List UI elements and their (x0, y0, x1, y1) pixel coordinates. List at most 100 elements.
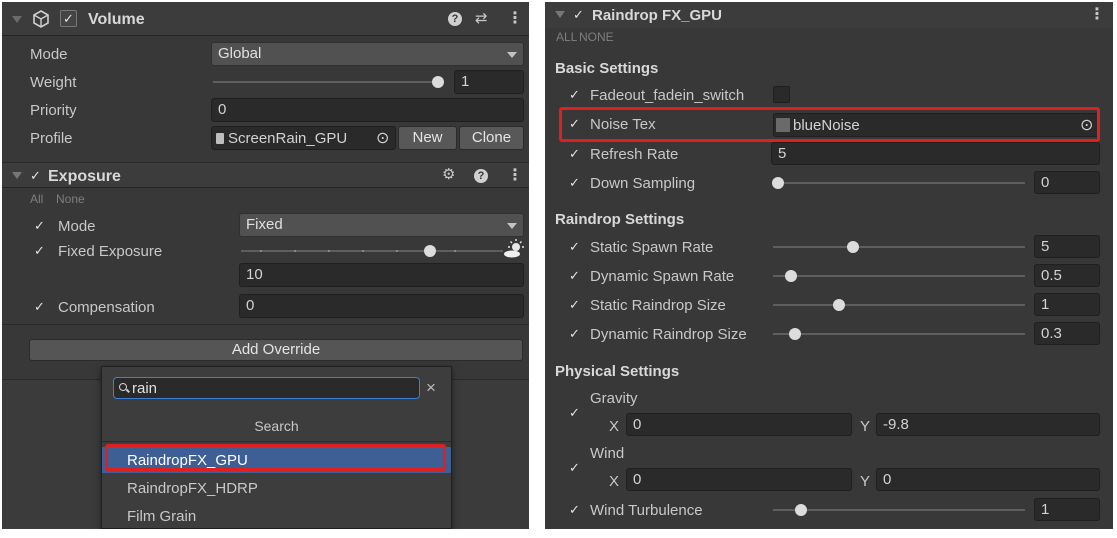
profile-object-field[interactable]: ScreenRain_GPU ⊙ (211, 126, 396, 150)
dynamic-spawn-slider-track[interactable] (773, 275, 1025, 277)
mode-value: Global (218, 45, 262, 62)
gravity-y-field[interactable]: -9.8 (876, 413, 1100, 436)
refresh-label: Refresh Rate (590, 146, 679, 163)
weight-slider-knob[interactable] (432, 76, 444, 88)
static-size-slider-knob[interactable] (833, 299, 845, 311)
kebab-menu-icon[interactable]: ⋮ (507, 11, 523, 27)
search-icon-handle (126, 388, 130, 393)
mode-dropdown[interactable]: Global (211, 42, 524, 66)
down-sampling-slider-knob[interactable] (772, 177, 784, 189)
collapse-arrow-icon[interactable] (12, 16, 22, 23)
raindrop-enabled-check-icon[interactable]: ✓ (571, 7, 586, 22)
wind-y-field[interactable]: 0 (876, 468, 1100, 491)
search-query: rain (132, 380, 158, 397)
divider (102, 441, 451, 442)
wind-x-field[interactable]: 0 (626, 468, 852, 491)
static-spawn-override-check-icon[interactable]: ✓ (567, 239, 582, 254)
gravity-x-field[interactable]: 0 (626, 413, 852, 436)
fixed-exposure-override-check-icon[interactable]: ✓ (32, 243, 47, 258)
kebab-menu-icon[interactable]: ⋮ (507, 168, 523, 184)
fadeout-checkbox[interactable] (773, 86, 790, 103)
exposure-mode-override-check-icon[interactable]: ✓ (32, 218, 47, 233)
dynamic-spawn-override-check-icon[interactable]: ✓ (567, 268, 582, 283)
basic-settings-heading: Basic Settings (555, 60, 659, 77)
weight-field[interactable]: 1 (454, 70, 524, 94)
volume-title: Volume (88, 11, 145, 28)
search-result-item[interactable]: Film Grain (127, 509, 196, 524)
dynamic-size-slider-track[interactable] (773, 333, 1025, 335)
fadeout-label: Fadeout_fadein_switch (590, 87, 745, 104)
wind-y-label: Y (860, 473, 871, 490)
cube-icon (33, 10, 49, 28)
compensation-field[interactable]: 0 (239, 294, 524, 318)
weight-slider-track[interactable] (213, 81, 443, 83)
weight-label: Weight (30, 74, 77, 91)
turbulence-slider-track[interactable] (773, 509, 1025, 511)
search-input[interactable]: rain (113, 377, 420, 399)
volume-header: ✓ Volume ? ⇄ ⋮ (2, 2, 529, 36)
static-size-override-check-icon[interactable]: ✓ (567, 297, 582, 312)
collapse-arrow-icon[interactable] (12, 172, 22, 179)
gravity-override-check-icon[interactable]: ✓ (567, 405, 582, 420)
down-sampling-slider-track[interactable] (773, 182, 1025, 184)
compensation-override-check-icon[interactable]: ✓ (32, 299, 47, 314)
down-sampling-label: Down Sampling (590, 175, 696, 192)
exposure-all-link[interactable]: All (30, 193, 43, 205)
kebab-menu-icon[interactable]: ⋮ (1089, 7, 1105, 23)
raindrop-none-link[interactable]: NONE (579, 31, 614, 43)
refresh-override-check-icon[interactable]: ✓ (567, 146, 582, 161)
exposure-enabled-check-icon[interactable]: ✓ (28, 168, 43, 183)
compensation-label: Compensation (58, 299, 155, 316)
help-icon[interactable]: ? (448, 12, 462, 26)
dynamic-size-field[interactable]: 0.3 (1034, 322, 1100, 345)
new-profile-button[interactable]: New (398, 126, 457, 150)
target-picker-icon[interactable]: ⊙ (376, 128, 389, 149)
dynamic-spawn-label: Dynamic Spawn Rate (590, 268, 735, 285)
exposure-none-link[interactable]: None (56, 193, 85, 205)
down-sampling-override-check-icon[interactable]: ✓ (567, 175, 582, 190)
static-spawn-slider-knob[interactable] (847, 241, 859, 253)
static-spawn-field[interactable]: 5 (1034, 235, 1100, 258)
search-result-item[interactable]: RaindropFX_HDRP (127, 481, 258, 496)
static-spawn-label: Static Spawn Rate (590, 239, 714, 256)
exposure-mode-value: Fixed (246, 216, 283, 233)
raindrop-all-link[interactable]: ALL (556, 31, 577, 43)
raindrop-settings-heading: Raindrop Settings (555, 211, 685, 228)
slider-tick (396, 250, 398, 252)
gear-plus-icon[interactable]: ⚙ (442, 167, 455, 182)
fixed-exposure-slider-track[interactable] (241, 250, 503, 252)
fadeout-override-check-icon[interactable]: ✓ (567, 87, 582, 102)
preset-sliders-icon[interactable]: ⇄ (475, 11, 488, 26)
gravity-x-label: X (609, 418, 620, 435)
turbulence-slider-knob[interactable] (795, 504, 807, 516)
slider-tick (454, 250, 456, 252)
dynamic-spawn-slider-knob[interactable] (785, 270, 797, 282)
clone-profile-button[interactable]: Clone (459, 126, 524, 150)
static-size-slider-track[interactable] (773, 304, 1025, 306)
dynamic-spawn-field[interactable]: 0.5 (1034, 264, 1100, 287)
dynamic-size-label: Dynamic Raindrop Size (590, 326, 747, 343)
static-spawn-slider-track[interactable] (773, 246, 1025, 248)
collapse-arrow-icon[interactable] (555, 11, 565, 18)
static-size-field[interactable]: 1 (1034, 293, 1100, 316)
dynamic-size-slider-knob[interactable] (789, 328, 801, 340)
volume-enabled-checkbox[interactable]: ✓ (60, 10, 77, 27)
turbulence-field[interactable]: 1 (1034, 498, 1100, 521)
mode-label: Mode (30, 46, 68, 63)
priority-field[interactable]: 0 (211, 98, 524, 122)
turbulence-override-check-icon[interactable]: ✓ (567, 502, 582, 517)
fixed-exposure-field[interactable]: 10 (239, 263, 524, 287)
down-sampling-field[interactable]: 0 (1034, 171, 1100, 194)
wind-x-label: X (609, 473, 620, 490)
fixed-exposure-slider-knob[interactable] (424, 245, 436, 257)
refresh-field[interactable]: 5 (771, 142, 1100, 165)
slider-tick (260, 250, 262, 252)
exposure-mode-dropdown[interactable]: Fixed (239, 213, 524, 237)
close-icon[interactable]: × (426, 379, 436, 396)
volume-inspector-panel: ✓ Volume ? ⇄ ⋮ Mode Global Weight 1 Prio… (2, 2, 529, 529)
help-icon[interactable]: ? (474, 169, 488, 183)
add-override-button[interactable]: Add Override (29, 339, 523, 361)
wind-override-check-icon[interactable]: ✓ (567, 460, 582, 475)
dynamic-size-override-check-icon[interactable]: ✓ (567, 326, 582, 341)
exposure-mode-label: Mode (58, 218, 96, 235)
